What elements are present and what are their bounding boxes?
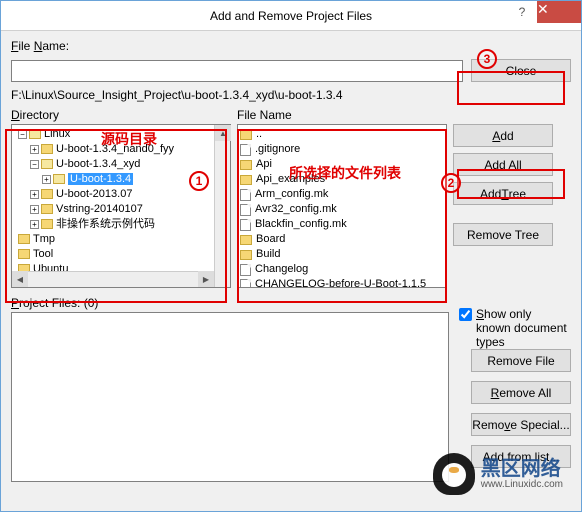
- sidebar-buttons-2: Remove File Remove All Remove Special...…: [471, 349, 571, 468]
- remove-all-button[interactable]: Remove All: [471, 381, 571, 404]
- add-tree-button[interactable]: Add Tree: [453, 182, 553, 205]
- add-button[interactable]: AAdddd: [453, 124, 553, 147]
- folder-icon: [41, 204, 53, 214]
- dialog-content: File Name: Close F:\Linux\Source_Insight…: [1, 31, 581, 511]
- remove-special-button[interactable]: Remove Special...: [471, 413, 571, 436]
- scroll-left-icon[interactable]: ◀: [12, 271, 28, 287]
- list-item[interactable]: Build: [240, 247, 444, 262]
- folder-icon: [240, 130, 252, 140]
- filename-input[interactable]: [11, 60, 463, 82]
- sidebar-buttons: AAdddd Add All Add Tree Remove Tree: [453, 106, 553, 288]
- add-all-button[interactable]: Add All: [453, 153, 553, 176]
- tree-toggle[interactable]: +: [30, 190, 39, 199]
- folder-icon: [29, 129, 41, 139]
- folder-icon: [18, 234, 30, 244]
- watermark: 黑区网络 www.Linuxidc.com: [433, 453, 563, 495]
- list-item[interactable]: CHANGELOG-before-U-Boot-1.1.5: [240, 277, 444, 287]
- window-title: Add and Remove Project Files: [210, 9, 372, 23]
- titlebar: Add and Remove Project Files ? ✕: [1, 1, 581, 31]
- file-icon: [240, 279, 251, 288]
- dialog-window: Add and Remove Project Files ? ✕ File Na…: [0, 0, 582, 512]
- project-files-list[interactable]: [11, 312, 449, 482]
- file-icon: [240, 204, 251, 216]
- main-grid: DDirectoryirectory − Linux + U-boot-1.3.4_…: [11, 106, 571, 288]
- tree-toggle[interactable]: +: [42, 175, 51, 184]
- tree-node[interactable]: U-boot-1.3.4_xyd: [56, 158, 140, 170]
- tree-node[interactable]: Tmp: [33, 233, 55, 245]
- file-icon: [240, 264, 251, 276]
- folder-icon: [41, 159, 53, 169]
- list-item[interactable]: Avr32_config.mk: [240, 202, 444, 217]
- folder-icon: [240, 250, 252, 260]
- folder-icon: [240, 175, 252, 185]
- tree-node[interactable]: U-boot-1.3.4_nand0_fyy: [56, 143, 174, 155]
- list-item[interactable]: Arm_config.mk: [240, 187, 444, 202]
- tree-node[interactable]: Vstring-20140107: [56, 203, 143, 215]
- file-icon: [240, 219, 251, 231]
- tree-node-selected[interactable]: U-boot-1.3.4: [68, 173, 133, 185]
- list-item[interactable]: Board: [240, 232, 444, 247]
- filename-label: File Name:: [11, 39, 69, 53]
- directory-header: DDirectoryirectory: [11, 106, 231, 124]
- show-known-checkbox[interactable]: [459, 308, 472, 321]
- tree-node[interactable]: 非操作系统示例代码: [56, 218, 155, 230]
- list-item[interactable]: ..: [240, 127, 444, 142]
- file-list[interactable]: .. .gitignore Api Api_examples Arm_confi…: [237, 124, 447, 288]
- help-icon[interactable]: ?: [507, 1, 537, 23]
- tree-node[interactable]: Tool: [33, 248, 53, 260]
- folder-icon: [18, 249, 30, 259]
- list-item[interactable]: Api: [240, 157, 444, 172]
- folder-icon: [53, 174, 65, 184]
- watermark-text: 黑区网络: [481, 459, 563, 479]
- penguin-icon: [433, 453, 475, 495]
- scroll-up-icon[interactable]: ▲: [215, 125, 231, 141]
- show-known-label: Show only known document types: [476, 307, 567, 349]
- close-icon[interactable]: ✕: [537, 1, 581, 23]
- folder-icon: [240, 160, 252, 170]
- list-item[interactable]: Blackfin_config.mk: [240, 217, 444, 232]
- tree-node[interactable]: Linux: [44, 128, 70, 140]
- list-item[interactable]: Api_examples: [240, 172, 444, 187]
- tree-node[interactable]: U-boot-2013.07: [56, 188, 132, 200]
- file-icon: [240, 144, 251, 156]
- annotation-circle-1: 1: [189, 171, 209, 191]
- remove-file-button[interactable]: Remove File: [471, 349, 571, 372]
- remove-tree-button[interactable]: Remove Tree: [453, 223, 553, 246]
- titlebar-buttons: ? ✕: [507, 1, 581, 23]
- scroll-right-icon[interactable]: ▶: [198, 271, 214, 287]
- folder-icon: [41, 219, 53, 229]
- folder-icon: [240, 235, 252, 245]
- tree-toggle[interactable]: −: [18, 130, 27, 139]
- annotation-circle-3: 3: [477, 49, 497, 69]
- folder-icon: [41, 144, 53, 154]
- watermark-url: www.Linuxidc.com: [481, 479, 563, 490]
- list-item[interactable]: .gitignore: [240, 142, 444, 157]
- tree-toggle[interactable]: +: [30, 145, 39, 154]
- directory-tree[interactable]: − Linux + U-boot-1.3.4_nand0_fyy − U-boot-1…: [11, 124, 231, 288]
- tree-toggle[interactable]: −: [30, 160, 39, 169]
- annotation-circle-2: 2: [441, 173, 461, 193]
- folder-icon: [41, 189, 53, 199]
- list-item[interactable]: Changelog: [240, 262, 444, 277]
- current-path: F:\Linux\Source_Insight_Project\u-boot-1…: [11, 88, 571, 102]
- scrollbar-vertical[interactable]: ▲: [214, 125, 230, 287]
- file-icon: [240, 189, 251, 201]
- tree-toggle[interactable]: +: [30, 205, 39, 214]
- scrollbar-horizontal[interactable]: ◀▶: [12, 271, 214, 287]
- filelist-header: File Name: [237, 106, 447, 124]
- show-known-types-row: Show only known document types: [459, 307, 567, 349]
- tree-toggle[interactable]: +: [30, 220, 39, 229]
